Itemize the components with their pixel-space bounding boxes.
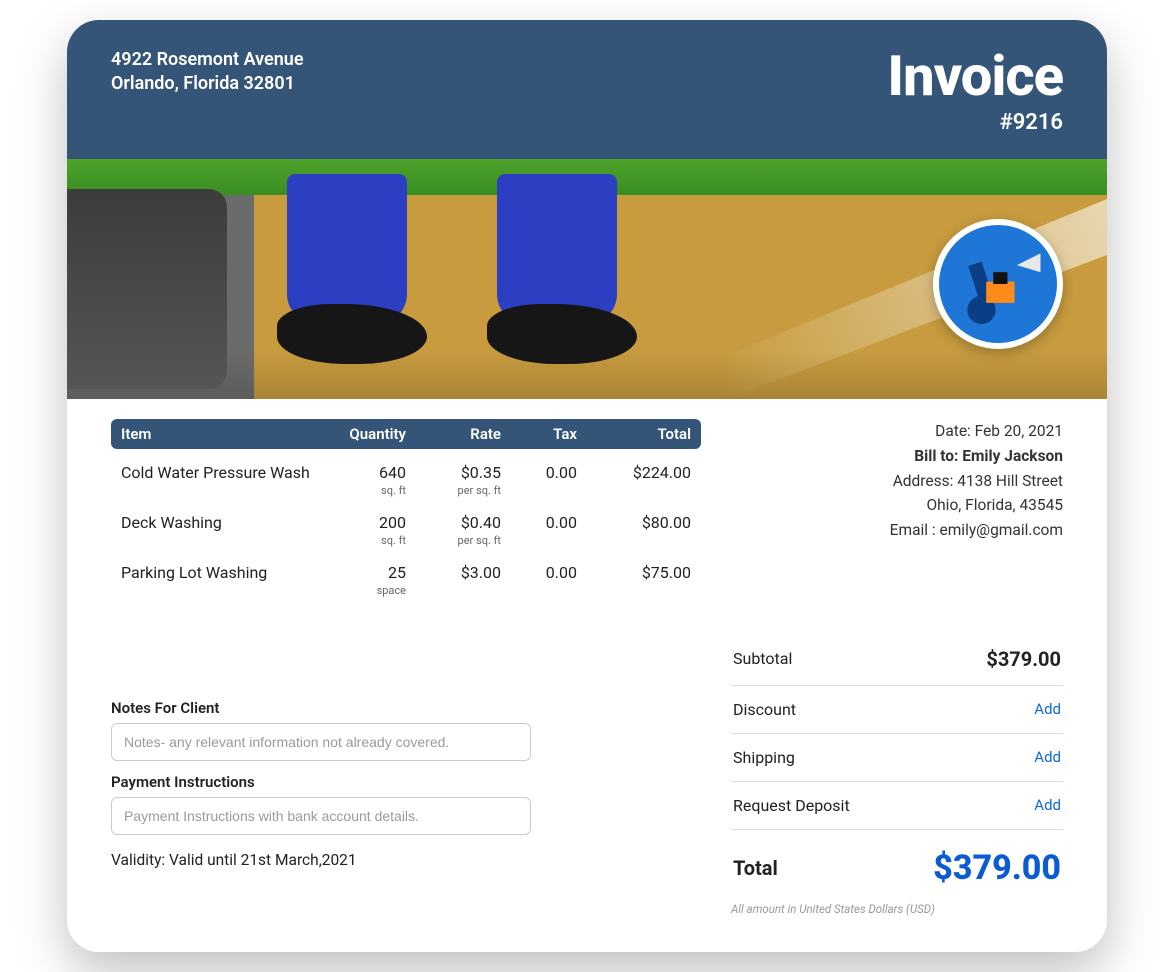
line-item-qty: 200 sq. ft	[321, 513, 407, 547]
bill-address-1: Address: 4138 Hill Street	[731, 469, 1063, 494]
right-column: Date: Feb 20, 2021 Bill to: Emily Jackso…	[731, 419, 1063, 916]
payment-instructions-label: Payment Instructions	[111, 773, 701, 791]
bill-to: Bill to: Emily Jackson	[731, 444, 1063, 469]
invoice-number: #9216	[887, 110, 1063, 135]
discount-label: Discount	[733, 700, 796, 719]
notes-label: Notes For Client	[111, 699, 701, 717]
bill-email: Email : emily@gmail.com	[731, 518, 1063, 543]
from-line1: 4922 Rosemont Avenue	[111, 48, 304, 72]
notes-block: Notes For Client Payment Instructions Va…	[111, 699, 701, 869]
line-item-total: $80.00	[577, 513, 691, 547]
hero-image	[67, 159, 1107, 399]
logo-badge	[933, 219, 1063, 349]
invoice-title: Invoice	[887, 48, 1063, 104]
col-header-total: Total	[577, 425, 691, 443]
discount-add-link[interactable]: Add	[1034, 700, 1061, 718]
pressure-washer-icon	[939, 225, 1057, 343]
line-item-name: Cold Water Pressure Wash	[121, 463, 321, 497]
line-item-rate: $3.00	[406, 563, 501, 597]
line-items-header: Item Quantity Rate Tax Total	[111, 419, 701, 449]
deposit-add-link[interactable]: Add	[1034, 796, 1061, 814]
from-address: 4922 Rosemont Avenue Orlando, Florida 32…	[111, 48, 304, 97]
validity-text: Validity: Valid until 21st March,2021	[111, 851, 701, 869]
notes-input[interactable]	[111, 723, 531, 761]
shipping-label: Shipping	[733, 748, 795, 767]
currency-note: All amount in United States Dollars (USD…	[731, 902, 1063, 916]
line-item-tax: 0.00	[501, 513, 577, 547]
hero-leg	[497, 174, 617, 374]
invoice-body: Item Quantity Rate Tax Total Cold Water …	[67, 399, 1107, 952]
billing-info: Date: Feb 20, 2021 Bill to: Emily Jackso…	[731, 419, 1063, 543]
shipping-add-link[interactable]: Add	[1034, 748, 1061, 766]
line-item-row: Deck Washing 200 sq. ft $0.40 per sq. ft…	[111, 499, 701, 549]
hero-leg	[287, 174, 407, 374]
totals-block: Subtotal $379.00 Discount Add Shipping A…	[731, 633, 1063, 916]
subtotal-value: $379.00	[986, 647, 1061, 671]
line-item-row: Parking Lot Washing 25 space $3.00 0.00 …	[111, 549, 701, 599]
invoice-header: 4922 Rosemont Avenue Orlando, Florida 32…	[67, 20, 1107, 159]
invoice-date: Date: Feb 20, 2021	[731, 419, 1063, 444]
total-label: Total	[733, 856, 778, 880]
line-item-row: Cold Water Pressure Wash 640 sq. ft $0.3…	[111, 449, 701, 499]
discount-row: Discount Add	[731, 686, 1063, 734]
invoice-card: 4922 Rosemont Avenue Orlando, Florida 32…	[67, 20, 1107, 952]
col-header-rate: Rate	[406, 425, 501, 443]
line-item-name: Parking Lot Washing	[121, 563, 321, 597]
from-line2: Orlando, Florida 32801	[111, 72, 304, 96]
shipping-row: Shipping Add	[731, 734, 1063, 782]
total-value: $379.00	[933, 848, 1061, 888]
col-header-item: Item	[121, 425, 321, 443]
line-item-rate: $0.35 per sq. ft	[406, 463, 501, 497]
header-right: Invoice #9216	[887, 48, 1063, 135]
line-item-total: $224.00	[577, 463, 691, 497]
line-item-tax: 0.00	[501, 463, 577, 497]
line-item-total: $75.00	[577, 563, 691, 597]
line-item-rate: $0.40 per sq. ft	[406, 513, 501, 547]
deposit-row: Request Deposit Add	[731, 782, 1063, 830]
col-header-qty: Quantity	[321, 425, 407, 443]
grand-total-row: Total $379.00	[731, 830, 1063, 896]
line-item-tax: 0.00	[501, 563, 577, 597]
deposit-label: Request Deposit	[733, 796, 850, 815]
line-item-qty: 640 sq. ft	[321, 463, 407, 497]
line-item-qty: 25 space	[321, 563, 407, 597]
col-header-tax: Tax	[501, 425, 577, 443]
subtotal-row: Subtotal $379.00	[731, 633, 1063, 686]
payment-instructions-input[interactable]	[111, 797, 531, 835]
subtotal-label: Subtotal	[733, 649, 792, 668]
bill-address-2: Ohio, Florida, 43545	[731, 493, 1063, 518]
line-item-name: Deck Washing	[121, 513, 321, 547]
hero-washer	[67, 189, 227, 389]
left-column: Item Quantity Rate Tax Total Cold Water …	[111, 419, 701, 916]
